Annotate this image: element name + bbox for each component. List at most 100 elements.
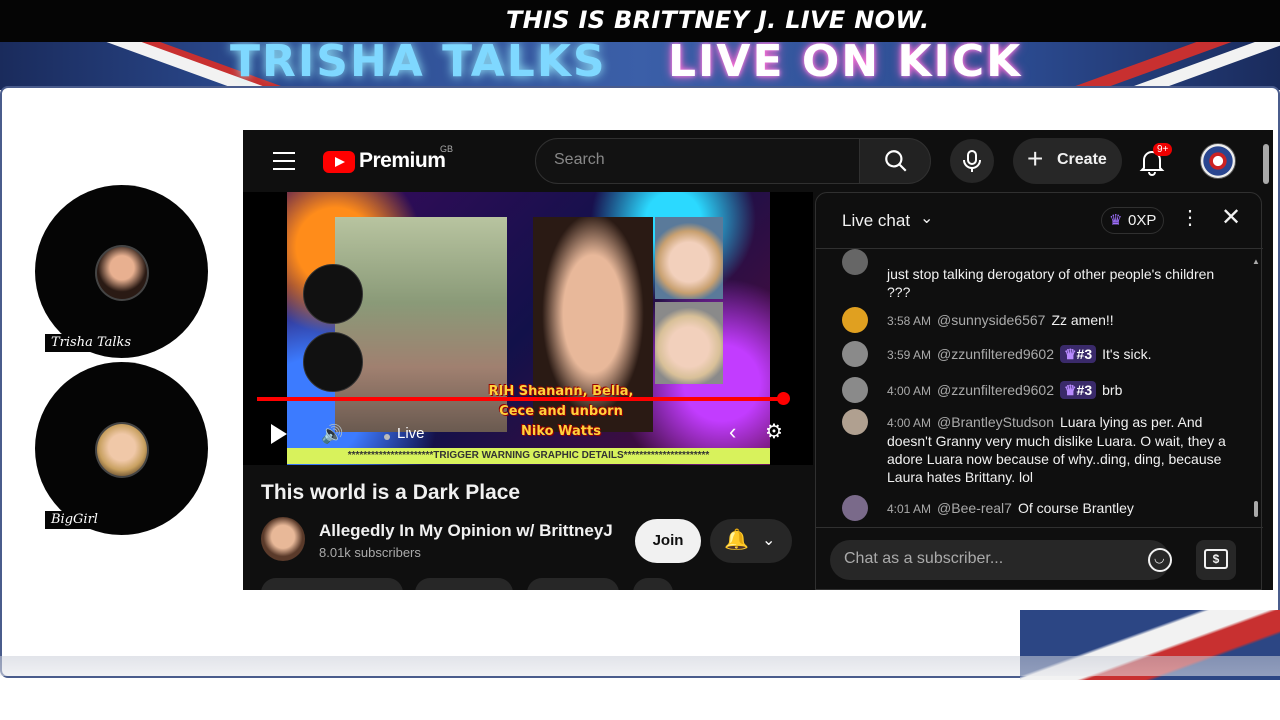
video-title: This world is a Dark Place: [261, 481, 521, 504]
super-chat-button[interactable]: $: [1196, 540, 1236, 580]
trigger-warning: **********************TRIGGER WARNING GR…: [287, 448, 770, 464]
chevron-down-icon[interactable]: ⌄: [920, 208, 933, 228]
chevron-left-icon[interactable]: ‹: [729, 421, 736, 443]
crown-icon: ♛: [1109, 212, 1123, 229]
user-avatar[interactable]: [842, 495, 868, 521]
progress-bar[interactable]: [257, 397, 787, 401]
crown-icon: ♛: [1063, 382, 1077, 398]
message-text: just stop talking derogatory of other pe…: [887, 266, 1215, 300]
message-text: It's sick.: [1102, 346, 1152, 362]
channel-avatar[interactable]: [261, 517, 305, 561]
message-body: 4:00 AM @BrantleyStudson Luara lying as pe…: [887, 413, 1237, 486]
bell-icon: 🔔: [724, 529, 749, 551]
plus-icon: +: [1027, 143, 1044, 174]
xp-badge[interactable]: ♛ 0XP: [1101, 207, 1164, 234]
video-webcam-circle: [303, 332, 363, 392]
notification-badge: 9+: [1153, 143, 1173, 156]
gear-icon[interactable]: ⚙: [765, 421, 783, 443]
search-icon: [885, 150, 907, 172]
xp-value: 0XP: [1128, 212, 1157, 229]
message-user[interactable]: @zzunfiltered9602: [937, 382, 1054, 398]
user-avatar[interactable]: [842, 377, 868, 403]
message-text: brb: [1102, 382, 1123, 398]
close-icon[interactable]: ✕: [1221, 205, 1241, 231]
progress-scrubber[interactable]: [777, 392, 790, 405]
youtube-header: Premium GB Search + Create 9+: [243, 130, 1273, 192]
message-time: 4:00 AM: [887, 384, 932, 398]
create-button[interactable]: + Create: [1013, 138, 1122, 184]
chat-messages: just stop talking derogatory of other pe…: [816, 249, 1263, 527]
video-player[interactable]: RIH Shanann, Bella, Cece and unborn Niko…: [243, 192, 813, 465]
stream-overlay: THIS IS BRITTNEY J. LIVE NOW. TRISHA TAL…: [0, 0, 1280, 720]
chat-header: Live chat ⌄ ♛ 0XP ⋮ ✕: [816, 193, 1263, 249]
mic-icon: [963, 150, 981, 172]
message-body: 3:58 AM @sunnyside6567 Zz amen!!: [887, 311, 1237, 330]
user-avatar[interactable]: [842, 409, 868, 435]
user-avatar[interactable]: [842, 341, 868, 367]
action-pill[interactable]: [633, 578, 673, 590]
message-body: 4:00 AM @zzunfiltered9602 ♛#3 brb: [887, 381, 1237, 400]
chat-input[interactable]: Chat as a subscriber...: [830, 540, 1170, 580]
webcam-name-tag: Trisha Talks: [45, 334, 138, 352]
message-user[interactable]: @Bee-real7: [937, 500, 1012, 516]
dollar-icon: $: [1204, 549, 1228, 569]
more-options-icon[interactable]: ⋮: [1180, 207, 1200, 229]
account-avatar[interactable]: [1200, 143, 1236, 179]
action-pill[interactable]: [415, 578, 513, 590]
youtube-play-logo-icon: [323, 151, 355, 173]
message-time: 3:59 AM: [887, 348, 932, 362]
menu-icon[interactable]: [273, 152, 295, 170]
banner: TRISHA TALKS LIVE ON KICK: [0, 42, 1280, 90]
action-pill[interactable]: [261, 578, 403, 590]
notifications-button[interactable]: 9+: [1139, 143, 1173, 177]
emoji-icon[interactable]: [1148, 548, 1172, 572]
chevron-down-icon: ⌄: [762, 532, 776, 549]
webcam-face: [95, 245, 149, 301]
rank-badge: ♛#3: [1059, 345, 1097, 363]
chat-input-area: Chat as a subscriber... $: [816, 527, 1263, 590]
message-body: 4:01 AM @Bee-real7 Of course Brantley: [887, 499, 1237, 518]
channel-name[interactable]: Allegedly In My Opinion w/ BrittneyJ: [319, 521, 613, 541]
scroll-up-icon[interactable]: ▲: [1252, 257, 1260, 266]
user-avatar[interactable]: [842, 249, 868, 275]
caption-line: Cece and unborn: [499, 404, 623, 419]
action-pill[interactable]: [527, 578, 619, 590]
message-text: Zz amen!!: [1051, 312, 1114, 328]
scrollbar-thumb[interactable]: [1254, 501, 1258, 517]
crown-icon: ♛: [1063, 346, 1077, 362]
message-user[interactable]: @BrantleyStudson: [937, 414, 1054, 430]
rank-value: #3: [1076, 346, 1093, 362]
voice-search-button[interactable]: [950, 139, 994, 183]
rank-value: #3: [1076, 382, 1093, 398]
live-label[interactable]: Live: [397, 425, 425, 442]
banner-text-left: TRISHA TALKS: [230, 42, 607, 87]
search-input[interactable]: Search: [535, 138, 861, 184]
webcam-circle-2: BigGirl: [35, 362, 208, 535]
video-photo: [655, 217, 723, 299]
rank-badge: ♛#3: [1059, 381, 1097, 399]
banner-text-right: LIVE ON KICK: [668, 42, 1023, 87]
create-label: Create: [1057, 151, 1107, 168]
search-button[interactable]: [859, 138, 931, 184]
caption-line: Niko Watts: [521, 424, 601, 439]
message-time: 3:58 AM: [887, 314, 932, 328]
page-scrollbar[interactable]: [1263, 144, 1269, 184]
message-user[interactable]: @zzunfiltered9602: [937, 346, 1054, 362]
message-user[interactable]: @sunnyside6567: [937, 312, 1045, 328]
bottom-strip: [0, 656, 1280, 676]
volume-icon[interactable]: 🔊: [321, 424, 343, 444]
logo-text: Premium: [359, 149, 446, 172]
user-avatar[interactable]: [842, 307, 868, 333]
video-caption: RIH Shanann, Bella, Cece and unborn Niko…: [477, 382, 645, 442]
webcam-name-tag: BigGirl: [45, 511, 104, 529]
message-text: Of course Brantley: [1017, 500, 1134, 516]
join-button[interactable]: Join: [635, 519, 701, 563]
subscription-bell-button[interactable]: 🔔 ⌄: [710, 519, 792, 563]
subscriber-count: 8.01k subscribers: [319, 545, 421, 560]
chat-title[interactable]: Live chat: [842, 211, 910, 231]
video-photo: [655, 302, 723, 384]
play-icon[interactable]: [271, 424, 287, 444]
message-body: 3:59 AM @zzunfiltered9602 ♛#3 It's sick.: [887, 345, 1237, 364]
country-code: GB: [440, 144, 454, 154]
chat-scrollbar[interactable]: ▲: [1252, 257, 1260, 519]
